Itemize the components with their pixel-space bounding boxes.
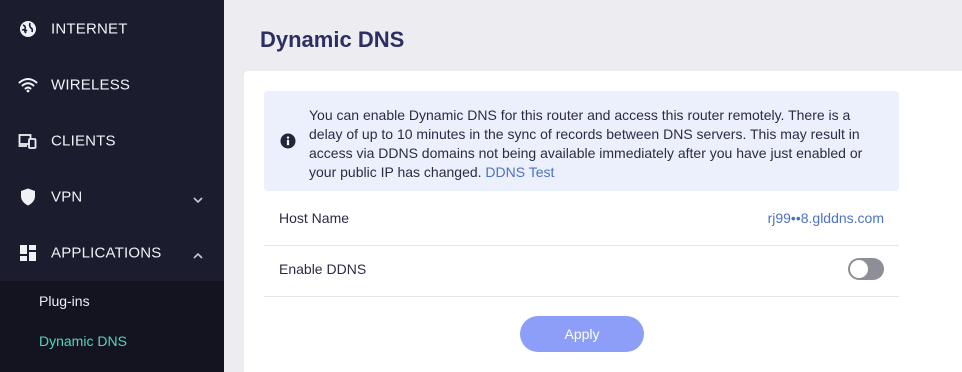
sidebar-item-applications[interactable]: APPLICATIONS: [0, 225, 224, 281]
apps-grid-icon: [18, 243, 38, 263]
sidebar-item-label: VPN: [51, 188, 83, 206]
ddns-card: You can enable Dynamic DNS for this rout…: [244, 71, 962, 372]
submenu-item-dynamic-dns[interactable]: Dynamic DNS: [39, 333, 127, 349]
page-title: Dynamic DNS: [260, 27, 405, 52]
sidebar-item-label: WIRELESS: [51, 76, 131, 94]
sidebar: INTERNET WIRELESS CLIENTS VPN APPLICATIO…: [0, 0, 224, 372]
applications-submenu: Plug-ins Dynamic DNS: [0, 281, 224, 372]
shield-icon: [18, 187, 38, 207]
ddns-test-link[interactable]: DDNS Test: [485, 164, 554, 180]
submenu-item-plugins[interactable]: Plug-ins: [39, 293, 90, 309]
host-name-label: Host Name: [279, 210, 350, 226]
apply-button[interactable]: Apply: [520, 316, 644, 352]
sidebar-item-internet[interactable]: INTERNET: [0, 1, 224, 57]
info-box: You can enable Dynamic DNS for this rout…: [264, 91, 899, 191]
sidebar-item-label: CLIENTS: [51, 132, 116, 150]
host-name-value[interactable]: rj99••8.glddns.com: [768, 210, 884, 226]
chevron-up-icon: [191, 248, 205, 259]
info-message: You can enable Dynamic DNS for this rout…: [309, 107, 863, 180]
host-name-row: Host Name rj99••8.glddns.com: [264, 191, 899, 246]
chevron-down-icon: [191, 192, 205, 204]
toggle-knob: [850, 260, 868, 278]
enable-ddns-row: Enable DDNS: [264, 242, 899, 297]
sidebar-item-label: APPLICATIONS: [51, 244, 162, 262]
sidebar-item-vpn[interactable]: VPN: [0, 169, 224, 225]
globe-icon: [18, 19, 38, 39]
sidebar-item-clients[interactable]: CLIENTS: [0, 113, 224, 169]
wifi-icon: [18, 75, 38, 95]
devices-icon: [18, 131, 38, 151]
enable-ddns-label: Enable DDNS: [279, 261, 367, 277]
enable-ddns-toggle[interactable]: [848, 258, 884, 280]
sidebar-item-wireless[interactable]: WIRELESS: [0, 57, 224, 113]
info-text: You can enable Dynamic DNS for this rout…: [309, 106, 879, 182]
sidebar-item-label: INTERNET: [51, 20, 128, 38]
info-icon: [280, 133, 296, 149]
